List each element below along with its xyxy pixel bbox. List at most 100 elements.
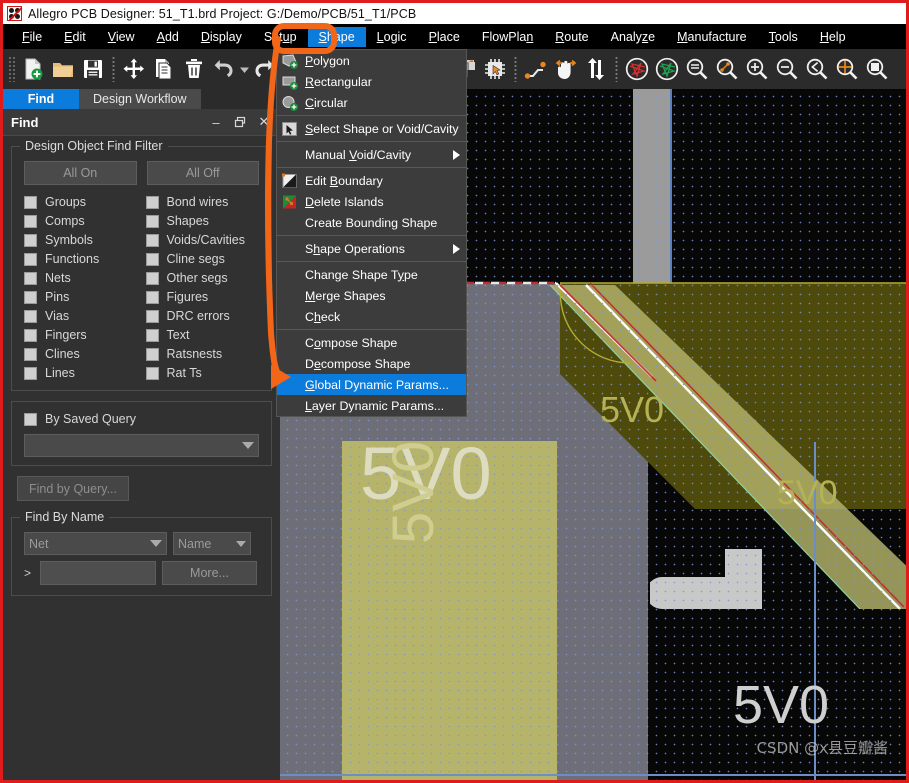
checkbox-box[interactable] xyxy=(145,252,159,266)
checkbox-box[interactable] xyxy=(24,214,37,228)
slide-hand-icon[interactable] xyxy=(551,53,581,85)
checkbox-cline-segs[interactable]: Cline segs xyxy=(145,250,260,268)
zoom-previous-icon[interactable] xyxy=(802,53,832,85)
checkbox-box[interactable] xyxy=(24,347,37,361)
zoom-world-icon[interactable] xyxy=(862,53,892,85)
checkbox-figures[interactable]: Figures xyxy=(145,288,260,306)
checkbox-functions[interactable]: Functions xyxy=(24,250,138,268)
checkbox-box[interactable] xyxy=(24,366,37,380)
find-name-input[interactable] xyxy=(40,561,156,585)
checkbox-box[interactable] xyxy=(145,366,159,380)
undo-dropdown-icon[interactable] xyxy=(239,53,249,85)
open-folder-icon[interactable] xyxy=(48,53,78,85)
menu-setup[interactable]: Setup xyxy=(253,27,308,47)
menu-item-circular[interactable]: Circular xyxy=(277,92,466,113)
minimize-icon[interactable]: – xyxy=(204,111,228,133)
checkbox-fingers[interactable]: Fingers xyxy=(24,326,138,344)
restore-icon[interactable] xyxy=(228,111,252,133)
checkbox-box[interactable] xyxy=(145,233,159,247)
checkbox-symbols[interactable]: Symbols xyxy=(24,231,138,249)
menu-item-change-shape-type[interactable]: Change Shape Type xyxy=(277,264,466,285)
menu-item-compose-shape[interactable]: Compose Shape xyxy=(277,332,466,353)
checkbox-shapes[interactable]: Shapes xyxy=(145,212,260,230)
checkbox-box[interactable] xyxy=(145,290,159,304)
checkbox-voids-cavities[interactable]: Voids/Cavities xyxy=(145,231,260,249)
menu-item-polygon[interactable]: Polygon xyxy=(277,50,466,71)
checkbox-box[interactable] xyxy=(24,195,37,209)
swap-icon[interactable] xyxy=(581,53,611,85)
new-file-icon[interactable] xyxy=(18,53,48,85)
copy-icon[interactable] xyxy=(149,53,179,85)
checkbox-clines[interactable]: Clines xyxy=(24,345,138,363)
menu-item-layer-dynamic-params[interactable]: Layer Dynamic Params... xyxy=(277,395,466,416)
checkbox-comps[interactable]: Comps xyxy=(24,212,138,230)
zoom-in-icon[interactable] xyxy=(742,53,772,85)
checkbox-box[interactable] xyxy=(145,347,159,361)
tab-find[interactable]: Find xyxy=(3,89,79,109)
checkbox-box[interactable] xyxy=(24,328,37,342)
toolbar-grip[interactable] xyxy=(8,56,15,82)
checkbox-box[interactable] xyxy=(145,328,159,342)
saved-query-dropdown[interactable] xyxy=(24,434,259,457)
checkbox-other-segs[interactable]: Other segs xyxy=(145,269,260,287)
menu-route[interactable]: Route xyxy=(544,27,599,47)
checkbox-drc-errors[interactable]: DRC errors xyxy=(145,307,260,325)
menu-item-global-dynamic-params[interactable]: Global Dynamic Params... xyxy=(277,374,466,395)
menu-add[interactable]: Add xyxy=(146,27,190,47)
checkbox-box[interactable] xyxy=(145,271,159,285)
checkbox-groups[interactable]: Groups xyxy=(24,193,138,211)
zoom-center-icon[interactable] xyxy=(832,53,862,85)
checkbox-box[interactable] xyxy=(24,309,37,323)
menu-file[interactable]: File xyxy=(11,27,53,47)
menu-view[interactable]: View xyxy=(97,27,146,47)
zoom-out-icon[interactable] xyxy=(772,53,802,85)
checkbox-vias[interactable]: Vias xyxy=(24,307,138,325)
all-off-button[interactable]: All Off xyxy=(146,161,259,185)
checkbox-ratsnests[interactable]: Ratsnests xyxy=(145,345,260,363)
menu-display[interactable]: Display xyxy=(190,27,253,47)
zoom-fit-icon[interactable] xyxy=(682,53,712,85)
menu-place[interactable]: Place xyxy=(418,27,471,47)
find-by-query-button[interactable]: Find by Query... xyxy=(17,476,129,501)
checkbox-pins[interactable]: Pins xyxy=(24,288,138,306)
delete-trash-icon[interactable] xyxy=(179,53,209,85)
checkbox-box[interactable] xyxy=(145,214,159,228)
checkbox-text[interactable]: Text xyxy=(145,326,260,344)
checkbox-box[interactable] xyxy=(145,195,159,209)
ratsnest-off-icon[interactable] xyxy=(622,53,652,85)
checkbox-bond-wires[interactable]: Bond wires xyxy=(145,193,260,211)
menu-item-delete-islands[interactable]: Delete Islands xyxy=(277,191,466,212)
menu-edit[interactable]: Edit xyxy=(53,27,97,47)
checkbox-box[interactable] xyxy=(24,233,37,247)
menu-shape[interactable]: Shape xyxy=(307,26,366,47)
menu-item-manual-void-cavity[interactable]: Manual Void/Cavity xyxy=(277,144,466,165)
save-icon[interactable] xyxy=(78,53,108,85)
checkbox-box[interactable] xyxy=(24,271,37,285)
redo-icon[interactable] xyxy=(249,53,279,85)
ratsnest-on-icon[interactable] xyxy=(652,53,682,85)
checkbox-rat-ts[interactable]: Rat Ts xyxy=(145,364,260,382)
name-type-dropdown[interactable]: Net xyxy=(24,532,167,555)
all-on-button[interactable]: All On xyxy=(24,161,137,185)
component-select-icon[interactable] xyxy=(480,53,510,85)
menu-help[interactable]: Help xyxy=(809,27,857,47)
menu-item-shape-operations[interactable]: Shape Operations xyxy=(277,238,466,259)
tab-design-workflow[interactable]: Design Workflow xyxy=(79,89,201,109)
undo-icon[interactable] xyxy=(209,53,239,85)
checkbox-lines[interactable]: Lines xyxy=(24,364,138,382)
menu-flowplan[interactable]: FlowPlan xyxy=(471,27,544,47)
checkbox-box[interactable] xyxy=(145,309,159,323)
add-connect-icon[interactable] xyxy=(521,53,551,85)
menu-item-edit-boundary[interactable]: Edit Boundary xyxy=(277,170,466,191)
name-mode-dropdown[interactable]: Name xyxy=(173,532,251,555)
checkbox-by-saved-query[interactable]: By Saved Query xyxy=(24,410,265,428)
menu-item-select-shape-or-void[interactable]: Select Shape or Void/Cavity xyxy=(277,118,466,139)
menu-tools[interactable]: Tools xyxy=(758,27,809,47)
more-button[interactable]: More... xyxy=(162,561,257,585)
menu-item-merge-shapes[interactable]: Merge Shapes xyxy=(277,285,466,306)
menu-item-create-bounding-shape[interactable]: Create Bounding Shape xyxy=(277,212,466,233)
checkbox-box[interactable] xyxy=(24,290,37,304)
move-icon[interactable] xyxy=(119,53,149,85)
checkbox-box[interactable] xyxy=(24,412,37,426)
checkbox-nets[interactable]: Nets xyxy=(24,269,138,287)
